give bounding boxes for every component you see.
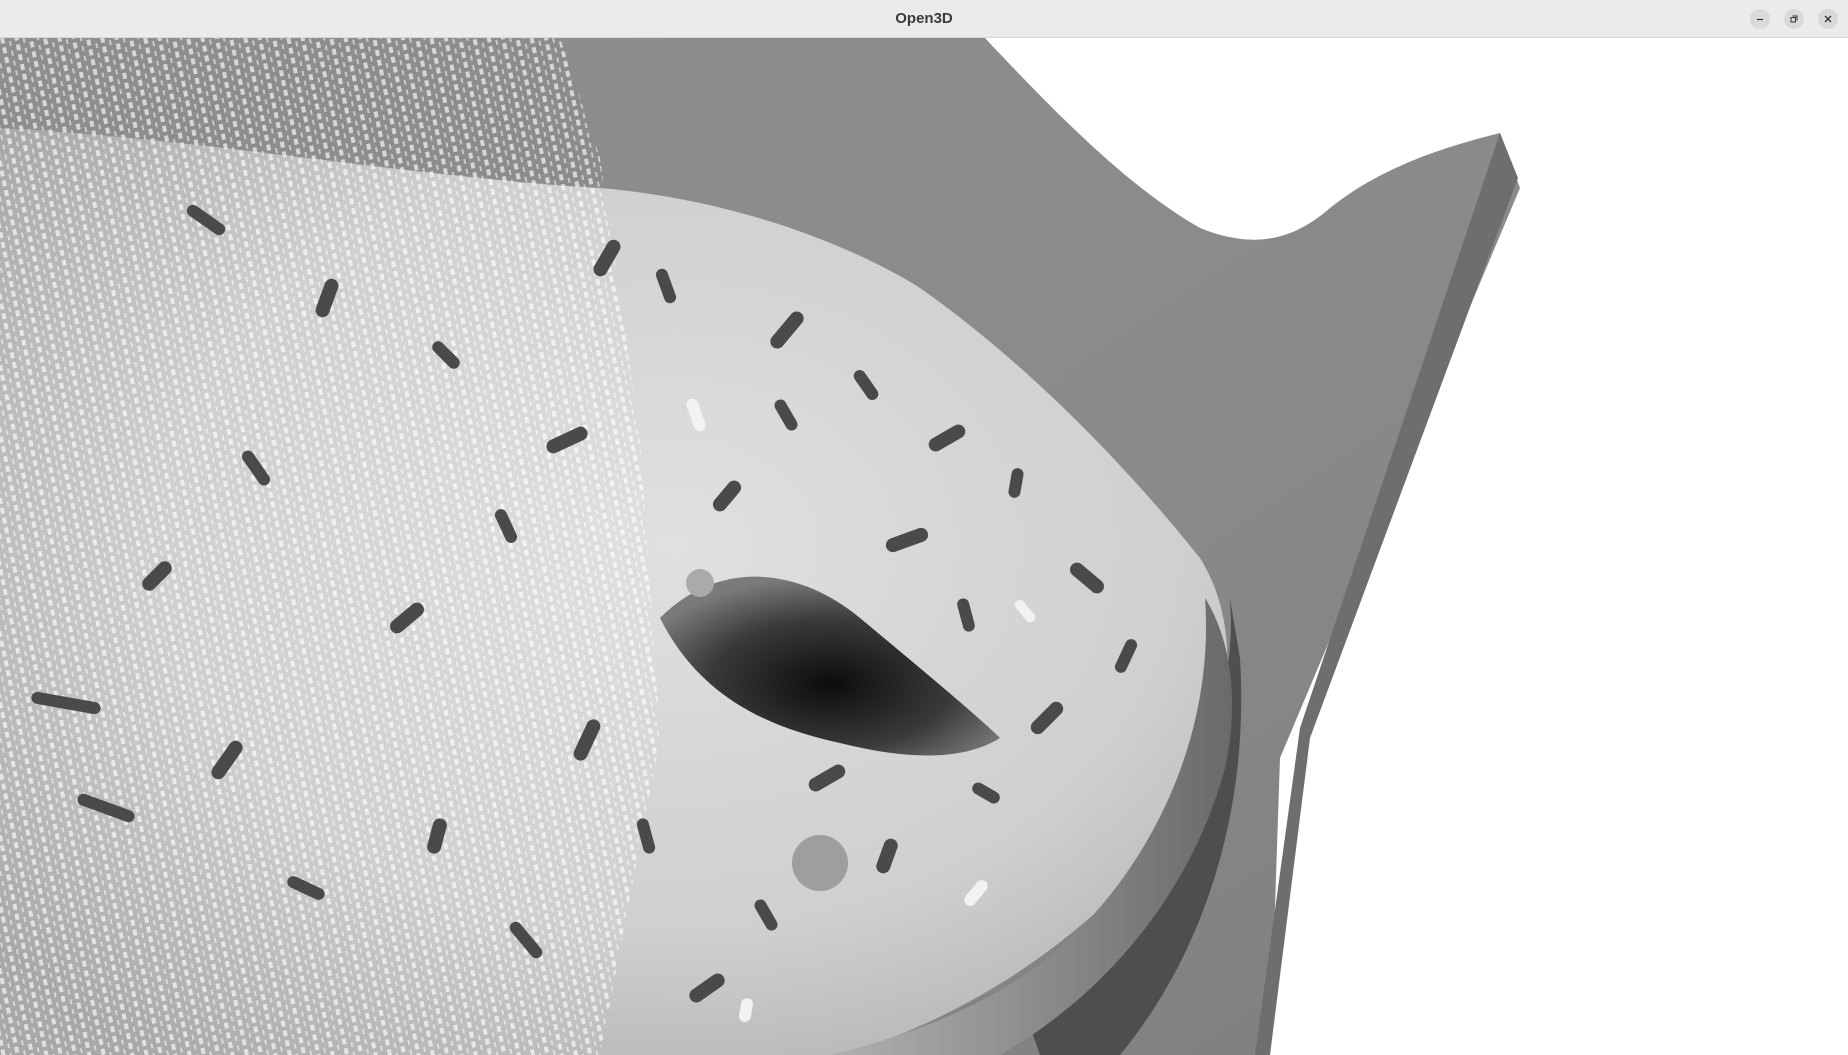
minimize-button[interactable] [1750,9,1770,29]
maximize-button[interactable] [1784,9,1804,29]
window-title: Open3D [895,10,953,27]
restore-icon [1789,14,1799,24]
close-button[interactable] [1818,9,1838,29]
close-icon [1823,14,1833,24]
open3d-window: Open3D [0,0,1848,1055]
title-bar[interactable]: Open3D [0,0,1848,38]
3d-viewport[interactable] [0,38,1848,1055]
minimize-icon [1755,14,1765,24]
point-cloud-render [0,38,1520,1055]
scan-artifacts [0,38,660,1055]
